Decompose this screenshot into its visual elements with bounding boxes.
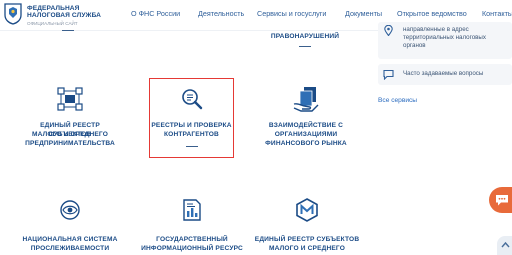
all-services-link[interactable]: Все сервисы [378, 97, 417, 104]
tile-title-line: ОРГАНИЗАЦИЯМИ [274, 131, 338, 138]
tile-title-line: ВЗАИМОДЕЙСТВИЕ С [268, 122, 344, 129]
tile-title-line: ГОСУДАРСТВЕННЫЙ [156, 236, 228, 243]
tile-counterparty-registries[interactable]: РЕЕСТРЫ И ПРОВЕРКА КОНТРАГЕНТОВ [149, 78, 234, 158]
panel-text-line: территориальных налоговых [403, 34, 486, 41]
tile-title-line: МАЛОГО И СРЕДНЕГО [31, 131, 109, 138]
tile-title: ПРАВОНАРУШЕНИЙ [270, 33, 340, 40]
appeals-card[interactable]: направленные в адрес территориальных нал… [378, 22, 512, 59]
chat-icon [496, 195, 508, 206]
logo-subtitle: ОФИЦИАЛЬНЫЙ САЙТ [27, 21, 78, 26]
nav-item-activity[interactable]: Деятельность [198, 9, 244, 18]
tile-violations[interactable]: ПРАВОНАРУШЕНИЙ [255, 30, 355, 60]
tile-title-line: РЕЕСТРЫ И ПРОВЕРКА [151, 122, 232, 129]
eye-icon [60, 200, 80, 220]
nav-item-services[interactable]: Сервисы и госуслуги [257, 9, 326, 18]
nav-item-documents[interactable]: Документы [345, 9, 382, 18]
nav-item-contacts[interactable]: Контакты [482, 9, 512, 18]
tile-dash [62, 30, 74, 31]
hexagon-m-icon [296, 198, 318, 222]
tile-title-line: ПРОСЛЕЖИВАЕМОСТИ [30, 245, 110, 252]
location-pin-icon [384, 25, 393, 36]
tile-title-line: МАЛОГО И СРЕДНЕГО [268, 245, 346, 252]
panel-text-line: направленные в адрес [403, 26, 469, 33]
tile-dash [299, 46, 311, 47]
magnifier-document-icon [181, 89, 202, 110]
faq-label: Часто задаваемые вопросы [403, 70, 484, 77]
tile-smb-registry[interactable]: ЕДИНЫЙ РЕЕСТР СУБЪЕКТОВ МАЛОГО И СРЕДНЕГ… [18, 78, 122, 158]
nav-item-about[interactable]: О ФНС России [131, 9, 180, 18]
tile-traceability[interactable]: НАЦИОНАЛЬНАЯ СИСТЕМА ПРОСЛЕЖИВАЕМОСТИ [18, 190, 122, 255]
tile-title-line: КОНТРАГЕНТОВ [164, 131, 219, 138]
network-grid-icon [57, 87, 83, 111]
tile-title-line: ПРЕДПРИНИМАТЕЛЬСТВА [25, 140, 115, 147]
document-chart-icon [183, 199, 201, 221]
nav-item-open-agency[interactable]: Открытое ведомство [397, 9, 467, 18]
chat-bubble-icon [383, 69, 394, 80]
tile-title-line: ИНФОРМАЦИОННЫЙ РЕСУРС [141, 245, 243, 252]
scroll-to-top-button[interactable] [497, 236, 512, 255]
panel-text-line: органов [403, 42, 426, 49]
tile-dash [185, 146, 198, 147]
main-nav: О ФНС России Деятельность Сервисы и госу… [0, 9, 512, 21]
chevron-up-icon [501, 241, 510, 248]
tile-title-line: ЕДИНЫЙ РЕЕСТР СУБЪЕКТОВ [254, 236, 360, 243]
documents-hand-icon [293, 87, 319, 112]
tile-smb-registry-2[interactable]: ЕДИНЫЙ РЕЕСТР СУБЪЕКТОВ МАЛОГО И СРЕДНЕГ… [252, 190, 362, 255]
faq-card[interactable]: Часто задаваемые вопросы [378, 64, 512, 85]
tile-state-info-resource[interactable]: ГОСУДАРСТВЕННЫЙ ИНФОРМАЦИОННЫЙ РЕСУРС [140, 190, 244, 255]
chat-widget-button[interactable] [489, 187, 512, 213]
tile-title-line: ФИНАНСОВОГО РЫНКА [265, 140, 347, 147]
tile-financial-market[interactable]: ВЗАИМОДЕЙСТВИЕ С ОРГАНИЗАЦИЯМИ ФИНАНСОВО… [256, 78, 356, 158]
tile-title-line: НАЦИОНАЛЬНАЯ СИСТЕМА [22, 236, 118, 243]
